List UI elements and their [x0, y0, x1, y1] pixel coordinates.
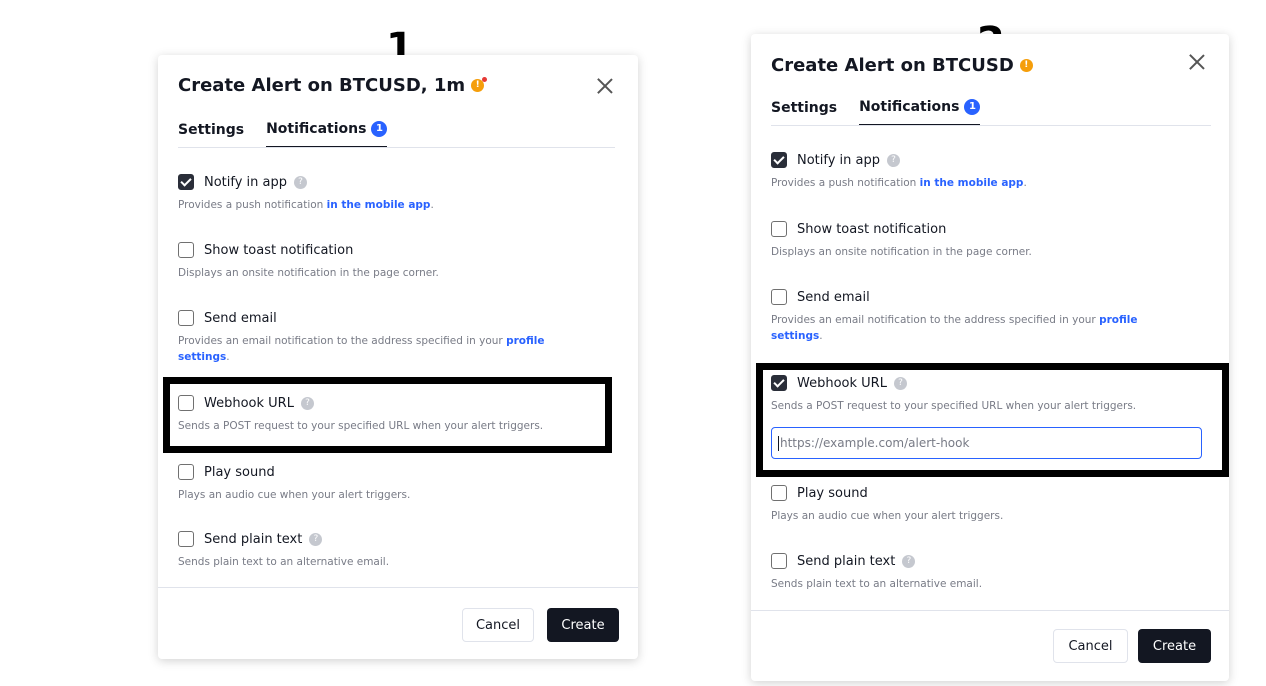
dialog-title-text: Create Alert on BTCUSD, 1m	[178, 75, 466, 96]
dialog-title: Create Alert on BTCUSD, 1m !	[178, 75, 488, 96]
dialog-title: Create Alert on BTCUSD !	[771, 55, 1033, 76]
option-label: Send email	[797, 289, 870, 305]
option-send-email: Send email Provides an email notificatio…	[771, 289, 1191, 344]
option-description: Displays an onsite notification in the p…	[771, 246, 1032, 258]
tab-notifications[interactable]: Notifications 1	[266, 121, 388, 148]
option-notify-in-app: Notify in app? Provides a push notificat…	[178, 174, 618, 213]
cancel-button[interactable]: Cancel	[1053, 629, 1128, 663]
tab-notifications-label: Notifications	[859, 99, 960, 115]
option-play-sound: Play sound Plays an audio cue when your …	[771, 485, 1211, 524]
option-label: Play sound	[797, 485, 868, 501]
tab-settings-label: Settings	[178, 122, 245, 138]
send-email-checkbox[interactable]	[178, 310, 194, 326]
option-description: Provides a push notification in the mobi…	[178, 199, 434, 211]
dialog-title-text: Create Alert on BTCUSD	[771, 55, 1014, 76]
option-label: Send plain text	[204, 531, 303, 547]
option-send-plain-text: Send plain text? Sends plain text to an …	[771, 553, 1211, 592]
help-icon[interactable]: ?	[902, 554, 916, 568]
create-button[interactable]: Create	[1138, 629, 1211, 663]
help-icon[interactable]: ?	[294, 175, 308, 189]
close-icon[interactable]	[596, 77, 614, 95]
help-icon[interactable]: ?	[309, 532, 323, 546]
dialog-tabs: Settings Notifications 1	[178, 121, 388, 148]
play-sound-checkbox[interactable]	[771, 485, 787, 501]
footer-divider	[751, 610, 1229, 611]
option-label: Show toast notification	[797, 221, 947, 237]
option-description: Provides an email notification to the ad…	[178, 335, 545, 363]
footer-divider	[158, 587, 638, 588]
warning-badge-icon[interactable]: !	[471, 77, 488, 92]
option-label: Notify in app	[797, 152, 881, 168]
option-label: Play sound	[204, 464, 275, 480]
option-description: Provides a push notification in the mobi…	[771, 177, 1027, 189]
tab-divider	[771, 125, 1211, 126]
play-sound-checkbox[interactable]	[178, 464, 194, 480]
notify-in-app-checkbox[interactable]	[771, 152, 787, 168]
cancel-button[interactable]: Cancel	[462, 608, 534, 642]
option-description: Sends plain text to an alternative email…	[178, 556, 390, 568]
notification-count-badge: 1	[371, 121, 388, 137]
tab-settings[interactable]: Settings	[771, 99, 837, 126]
notification-count-badge: 1	[964, 99, 981, 115]
close-icon[interactable]	[1188, 53, 1206, 71]
option-send-email: Send email Provides an email notificatio…	[178, 310, 598, 365]
mobile-app-link[interactable]: in the mobile app	[327, 199, 431, 211]
option-label: Send email	[204, 310, 277, 326]
tab-settings[interactable]: Settings	[178, 121, 244, 148]
option-play-sound: Play sound Plays an audio cue when your …	[178, 464, 618, 503]
create-alert-dialog-1: Create Alert on BTCUSD, 1m ! Settings No…	[158, 55, 638, 659]
option-label: Notify in app	[204, 174, 288, 190]
option-label: Send plain text	[797, 553, 896, 569]
show-toast-checkbox[interactable]	[178, 242, 194, 258]
option-show-toast: Show toast notification Displays an onsi…	[178, 242, 618, 281]
webhook-highlight-box	[756, 363, 1229, 477]
send-plain-text-checkbox[interactable]	[771, 553, 787, 569]
option-description: Sends plain text to an alternative email…	[771, 578, 983, 590]
option-description: Displays an onsite notification in the p…	[178, 267, 439, 279]
warning-badge-icon[interactable]: !	[1019, 59, 1033, 72]
dialog-tabs: Settings Notifications 1	[771, 99, 981, 126]
option-notify-in-app: Notify in app? Provides a push notificat…	[771, 152, 1211, 191]
option-send-plain-text: Send plain text? Sends plain text to an …	[178, 531, 618, 570]
mobile-app-link[interactable]: in the mobile app	[920, 177, 1024, 189]
show-toast-checkbox[interactable]	[771, 221, 787, 237]
tab-notifications[interactable]: Notifications 1	[859, 99, 981, 126]
option-description: Provides an email notification to the ad…	[771, 314, 1138, 342]
option-show-toast: Show toast notification Displays an onsi…	[771, 221, 1211, 260]
tab-notifications-label: Notifications	[266, 121, 367, 137]
option-description: Plays an audio cue when your alert trigg…	[178, 489, 411, 501]
send-email-checkbox[interactable]	[771, 289, 787, 305]
webhook-highlight-box	[163, 377, 612, 453]
option-description: Plays an audio cue when your alert trigg…	[771, 510, 1004, 522]
send-plain-text-checkbox[interactable]	[178, 531, 194, 547]
create-alert-dialog-2: Create Alert on BTCUSD ! Settings Notifi…	[751, 34, 1229, 681]
notify-in-app-checkbox[interactable]	[178, 174, 194, 190]
tab-settings-label: Settings	[771, 100, 838, 116]
create-button[interactable]: Create	[547, 608, 619, 642]
help-icon[interactable]: ?	[887, 153, 901, 167]
option-label: Show toast notification	[204, 242, 354, 258]
tab-divider	[178, 147, 615, 148]
